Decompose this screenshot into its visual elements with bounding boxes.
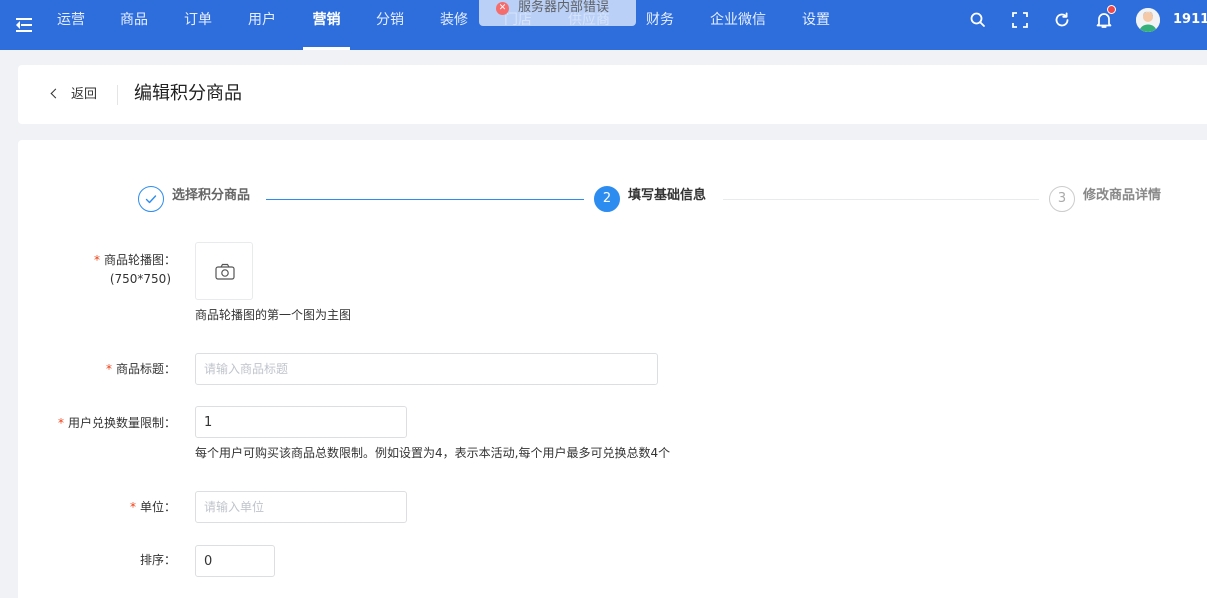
form-card: 选择积分商品 2 填写基础信息 3 修改商品详情 * 商品轮播图： (750*75… <box>18 140 1207 598</box>
nav-item-products[interactable]: 商品 <box>119 0 149 50</box>
username[interactable]: 19112 <box>1173 0 1207 40</box>
step-3-title: 修改商品详情 <box>1083 188 1162 203</box>
toast-message: 服务器内部错误 <box>518 0 610 15</box>
menu-toggle-icon[interactable] <box>16 18 32 32</box>
nav-item-decoration[interactable]: 装修 <box>439 0 469 50</box>
nav-item-distribution[interactable]: 分销 <box>375 0 405 50</box>
limit-help: 每个用户可购买该商品总数限制。例如设置为4，表示本活动,每个用户最多可兑换总数4… <box>195 446 671 460</box>
step-2-title: 填写基础信息 <box>628 188 707 203</box>
back-button[interactable]: 返回 <box>50 83 98 107</box>
error-toast: ✕ 服务器内部错误 <box>479 0 636 26</box>
step-line-2 <box>723 199 1039 200</box>
user-avatar-icon <box>1136 8 1160 32</box>
sort-input[interactable] <box>195 545 275 577</box>
page-header: 返回 编辑积分商品 <box>18 65 1207 124</box>
carousel-help: 商品轮播图的第一个图为主图 <box>195 308 352 322</box>
camera-icon <box>215 263 235 280</box>
page-title: 编辑积分商品 <box>134 83 242 104</box>
fullscreen-icon[interactable] <box>1011 11 1029 29</box>
chevron-left-icon <box>50 88 61 99</box>
back-label: 返回 <box>71 87 98 102</box>
title-input[interactable] <box>195 353 658 385</box>
carousel-upload-button[interactable] <box>195 242 253 300</box>
step-3-index: 3 <box>1049 186 1075 212</box>
carousel-size-hint: (750*750) <box>109 272 171 286</box>
nav-item-orders[interactable]: 订单 <box>183 0 213 50</box>
header-divider <box>117 85 118 105</box>
step-line-1 <box>266 199 584 200</box>
nav-item-operations[interactable]: 运营 <box>55 0 87 50</box>
refresh-icon[interactable] <box>1053 11 1071 29</box>
unit-label: * 单位： <box>129 500 176 514</box>
title-label: * 商品标题： <box>105 362 176 376</box>
nav-item-settings[interactable]: 设置 <box>801 0 831 50</box>
error-icon: ✕ <box>496 2 509 15</box>
limit-input[interactable] <box>195 406 407 438</box>
notification-badge <box>1107 5 1116 14</box>
nav-item-finance[interactable]: 财务 <box>645 0 675 50</box>
nav-item-wecom[interactable]: 企业微信 <box>709 0 767 50</box>
avatar[interactable] <box>1136 8 1160 32</box>
check-icon <box>145 195 157 204</box>
carousel-label: * 商品轮播图： <box>93 253 176 267</box>
step-2-index: 2 <box>594 186 620 212</box>
sort-label: 排序： <box>139 553 176 567</box>
step-1-done-icon <box>138 186 164 212</box>
step-1-title: 选择积分商品 <box>172 188 251 203</box>
nav-item-users[interactable]: 用户 <box>247 0 277 50</box>
notification-bell[interactable] <box>1095 5 1116 29</box>
search-icon[interactable] <box>969 11 987 29</box>
unit-input[interactable] <box>195 491 407 523</box>
nav-item-marketing[interactable]: 营销 <box>303 0 350 50</box>
limit-label: * 用户兑换数量限制： <box>57 416 176 430</box>
